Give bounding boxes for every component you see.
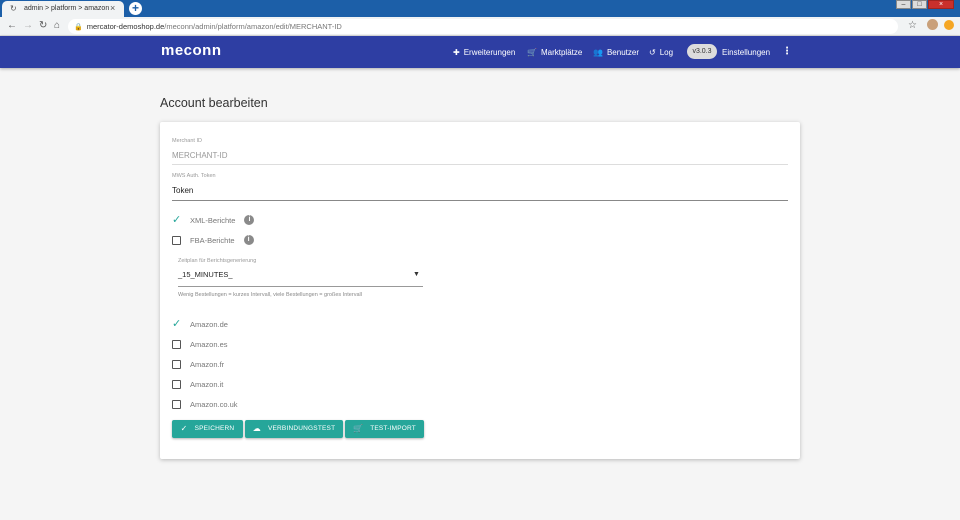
mws-token-underline bbox=[172, 200, 788, 201]
extension-icon[interactable] bbox=[944, 20, 954, 30]
merchant-id-label: Merchant ID bbox=[172, 138, 202, 144]
browser-toolbar: ← → ↻ ⌂ 🔒 mercator-demoshop.de/meconn/adm… bbox=[0, 17, 960, 36]
tab-close-icon[interactable]: × bbox=[110, 4, 115, 13]
more-vert-icon[interactable]: ⋮ bbox=[782, 45, 792, 59]
marketplace-label: Amazon.fr bbox=[190, 359, 225, 369]
cart-icon: 🛒 bbox=[527, 47, 537, 57]
reload-icon[interactable]: ↻ bbox=[39, 20, 47, 32]
address-bar[interactable]: 🔒 mercator-demoshop.de/meconn/admin/platf… bbox=[68, 19, 898, 34]
info-icon[interactable]: i bbox=[244, 215, 255, 225]
nav-settings-label: Einstellungen bbox=[722, 47, 771, 57]
checkmark-icon[interactable]: ✓ bbox=[172, 214, 181, 225]
marketplace-amazon-co-uk[interactable]: Amazon.co.uk bbox=[172, 398, 238, 410]
profile-avatar[interactable] bbox=[927, 19, 938, 30]
mws-token-label: MWS Auth. Token bbox=[172, 173, 216, 179]
option-fba-reports[interactable]: FBA-Berichte i bbox=[172, 234, 254, 246]
maximize-icon[interactable]: □ bbox=[912, 0, 927, 9]
save-button[interactable]: ✓ SPEICHERN bbox=[172, 420, 243, 438]
connection-test-label: VERBINDUNGSTEST bbox=[267, 425, 336, 432]
puzzle-icon: ✚ bbox=[453, 47, 460, 57]
schedule-label: Zeitplan für Berichtsgenerierung bbox=[178, 258, 257, 264]
marketplace-amazon-fr[interactable]: Amazon.fr bbox=[172, 358, 224, 370]
back-icon[interactable]: ← bbox=[7, 20, 17, 32]
nav-extensions-label: Erweiterungen bbox=[463, 47, 516, 57]
app-header: meconn ✚ Erweiterungen 🛒 Marktplätze 👥 Benu… bbox=[0, 36, 960, 68]
info-icon[interactable]: i bbox=[243, 235, 254, 245]
nav-log[interactable]: ↺ Log bbox=[649, 36, 673, 68]
nav-log-label: Log bbox=[659, 47, 674, 57]
merchant-id-underline bbox=[172, 164, 788, 165]
minimize-icon[interactable]: – bbox=[896, 0, 911, 9]
account-form-card: Merchant ID MERCHANT-ID MWS Auth. Token … bbox=[160, 122, 800, 459]
window-controls: – □ × bbox=[895, 0, 954, 10]
dropdown-arrow-icon[interactable]: ▼ bbox=[413, 271, 420, 278]
home-icon[interactable]: ⌂ bbox=[54, 20, 60, 32]
tab-title: admin > platform > amazon bbox=[24, 5, 110, 12]
nav-extensions[interactable]: ✚ Erweiterungen bbox=[453, 36, 515, 68]
browser-tab[interactable]: ↻ admin > platform > amazon × bbox=[2, 1, 124, 17]
lock-icon: 🔒 bbox=[74, 24, 83, 31]
tab-favicon-icon: ↻ bbox=[10, 4, 17, 13]
cart-icon: 🛒 bbox=[353, 424, 364, 433]
url-host: mercator-demoshop.de bbox=[86, 22, 165, 31]
checkbox[interactable] bbox=[172, 339, 181, 349]
marketplace-amazon-es[interactable]: Amazon.es bbox=[172, 338, 228, 350]
new-tab-button[interactable]: + bbox=[129, 2, 142, 15]
page-title: Account bearbeiten bbox=[160, 96, 268, 110]
history-icon: ↺ bbox=[649, 47, 656, 57]
marketplace-amazon-de[interactable]: ✓ Amazon.de bbox=[172, 318, 228, 330]
users-icon: 👥 bbox=[593, 47, 603, 57]
marketplace-label: Amazon.it bbox=[190, 379, 224, 389]
browser-tab-bar: ↻ admin > platform > amazon × + – □ × bbox=[0, 0, 960, 17]
checkbox[interactable] bbox=[172, 399, 181, 409]
option-xml-reports[interactable]: ✓ XML-Berichte i bbox=[172, 214, 255, 226]
check-icon: ✓ bbox=[180, 424, 188, 433]
merchant-id-field[interactable]: MERCHANT-ID bbox=[172, 151, 228, 160]
option-xml-label: XML-Berichte bbox=[190, 215, 236, 225]
forward-icon[interactable]: → bbox=[23, 20, 33, 32]
schedule-hint: Wenig Bestellungen = kurzes Intervall, v… bbox=[178, 292, 362, 298]
schedule-underline bbox=[178, 286, 423, 287]
version-badge: v3.0.3 bbox=[687, 44, 717, 59]
marketplace-label: Amazon.es bbox=[190, 339, 228, 349]
marketplace-label: Amazon.co.uk bbox=[190, 399, 238, 409]
app-logo[interactable]: meconn bbox=[161, 42, 222, 59]
nav-users-label: Benutzer bbox=[606, 47, 639, 57]
checkmark-icon[interactable]: ✓ bbox=[172, 318, 181, 329]
save-button-label: SPEICHERN bbox=[194, 425, 235, 432]
schedule-value[interactable]: _15_MINUTES_ bbox=[178, 270, 233, 279]
nav-settings[interactable]: Einstellungen bbox=[722, 36, 770, 68]
cloud-icon: ☁ bbox=[252, 424, 261, 433]
url-path: /meconn/admin/platform/amazon/edit/MERCH… bbox=[164, 22, 342, 31]
bookmark-star-icon[interactable]: ☆ bbox=[908, 20, 917, 32]
test-import-button[interactable]: 🛒 TEST-IMPORT bbox=[345, 420, 424, 438]
window-close-icon[interactable]: × bbox=[928, 0, 954, 9]
marketplace-amazon-it[interactable]: Amazon.it bbox=[172, 378, 223, 390]
marketplace-label: Amazon.de bbox=[190, 319, 228, 329]
checkbox-fba[interactable] bbox=[172, 235, 181, 245]
mws-token-field[interactable]: Token bbox=[172, 186, 193, 195]
test-import-label: TEST-IMPORT bbox=[370, 425, 416, 432]
connection-test-button[interactable]: ☁ VERBINDUNGSTEST bbox=[245, 420, 343, 438]
option-fba-label: FBA-Berichte bbox=[190, 235, 235, 245]
nav-marketplaces[interactable]: 🛒 Marktplätze bbox=[527, 36, 582, 68]
checkbox[interactable] bbox=[172, 359, 181, 369]
checkbox[interactable] bbox=[172, 379, 181, 389]
nav-users[interactable]: 👥 Benutzer bbox=[593, 36, 639, 68]
nav-marketplaces-label: Marktplätze bbox=[540, 47, 583, 57]
